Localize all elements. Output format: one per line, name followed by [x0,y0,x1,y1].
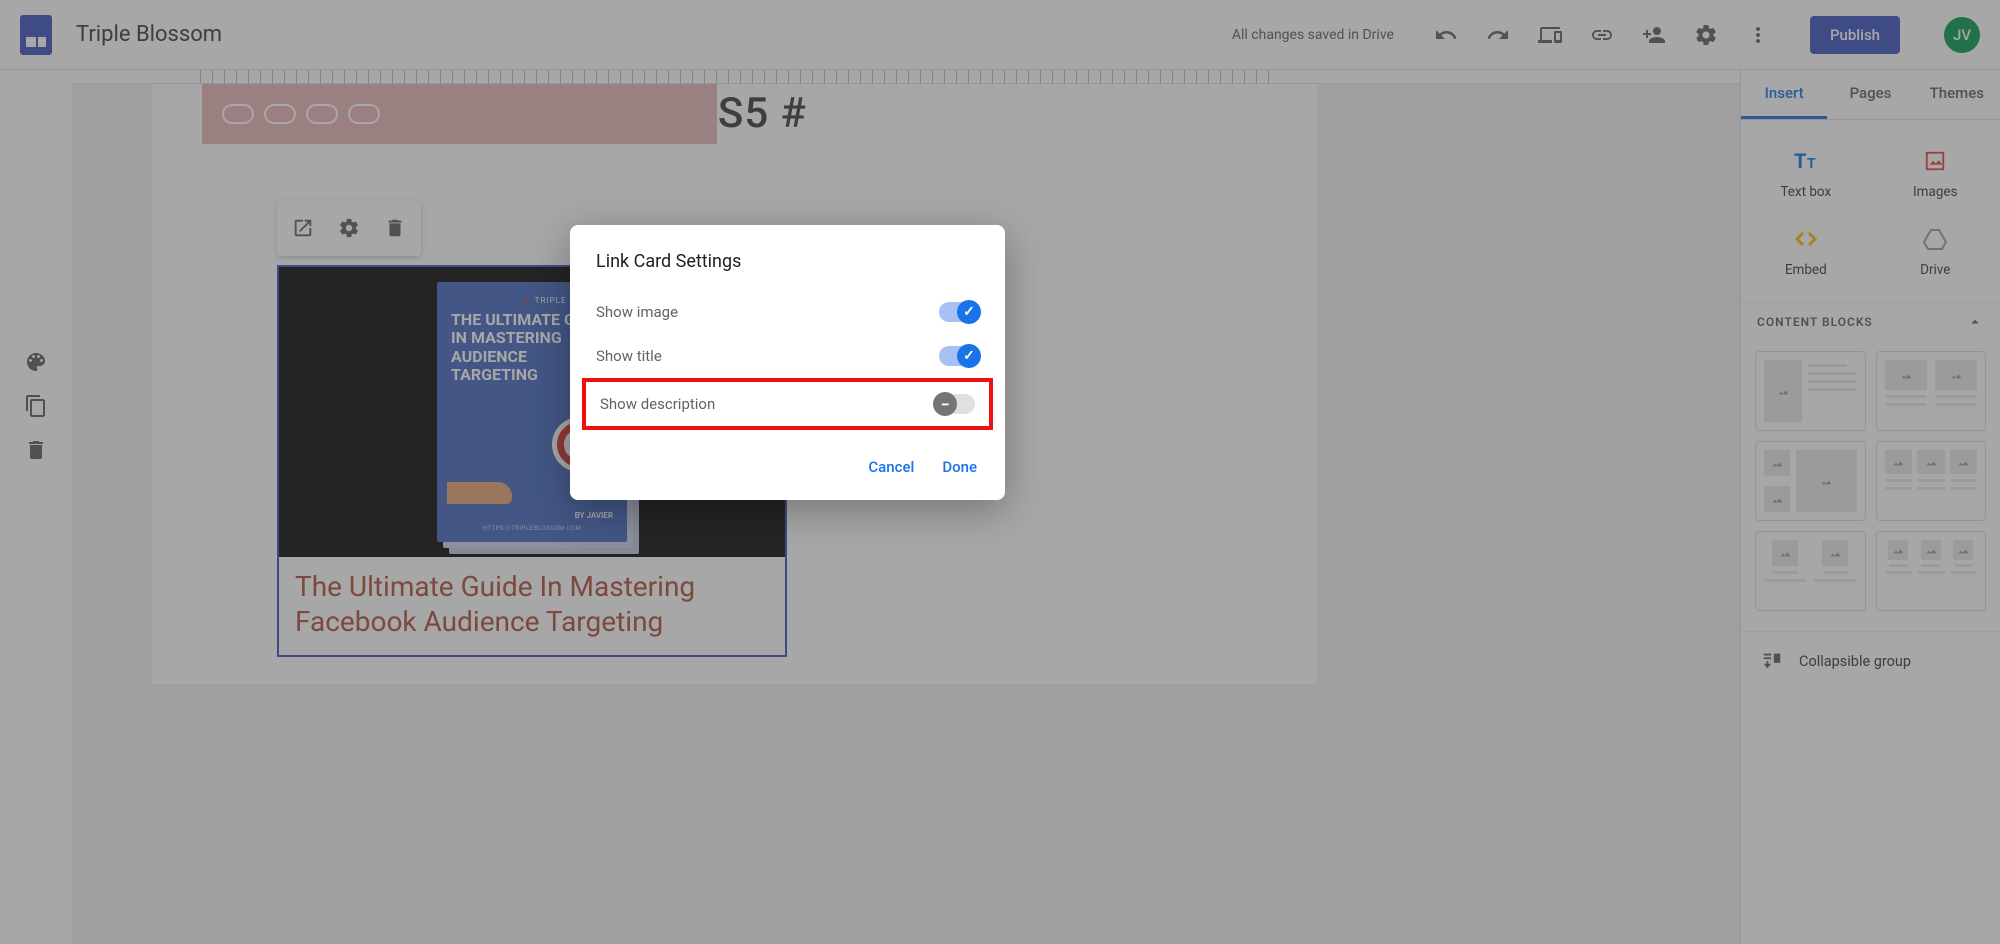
show-title-row: Show title [570,334,1005,378]
show-image-row: Show image [570,290,1005,334]
show-title-toggle[interactable] [939,346,979,366]
show-description-toggle[interactable] [935,394,975,414]
show-title-label: Show title [596,347,662,365]
dialog-actions: Cancel Done [570,430,1005,482]
show-description-label: Show description [600,395,715,413]
dialog-title: Link Card Settings [570,251,1005,290]
show-image-toggle[interactable] [939,302,979,322]
link-card-settings-dialog: Link Card Settings Show image Show title… [570,225,1005,500]
cancel-button[interactable]: Cancel [868,458,914,476]
done-button[interactable]: Done [942,458,977,476]
show-image-label: Show image [596,303,678,321]
show-description-row: Show description [582,378,993,430]
